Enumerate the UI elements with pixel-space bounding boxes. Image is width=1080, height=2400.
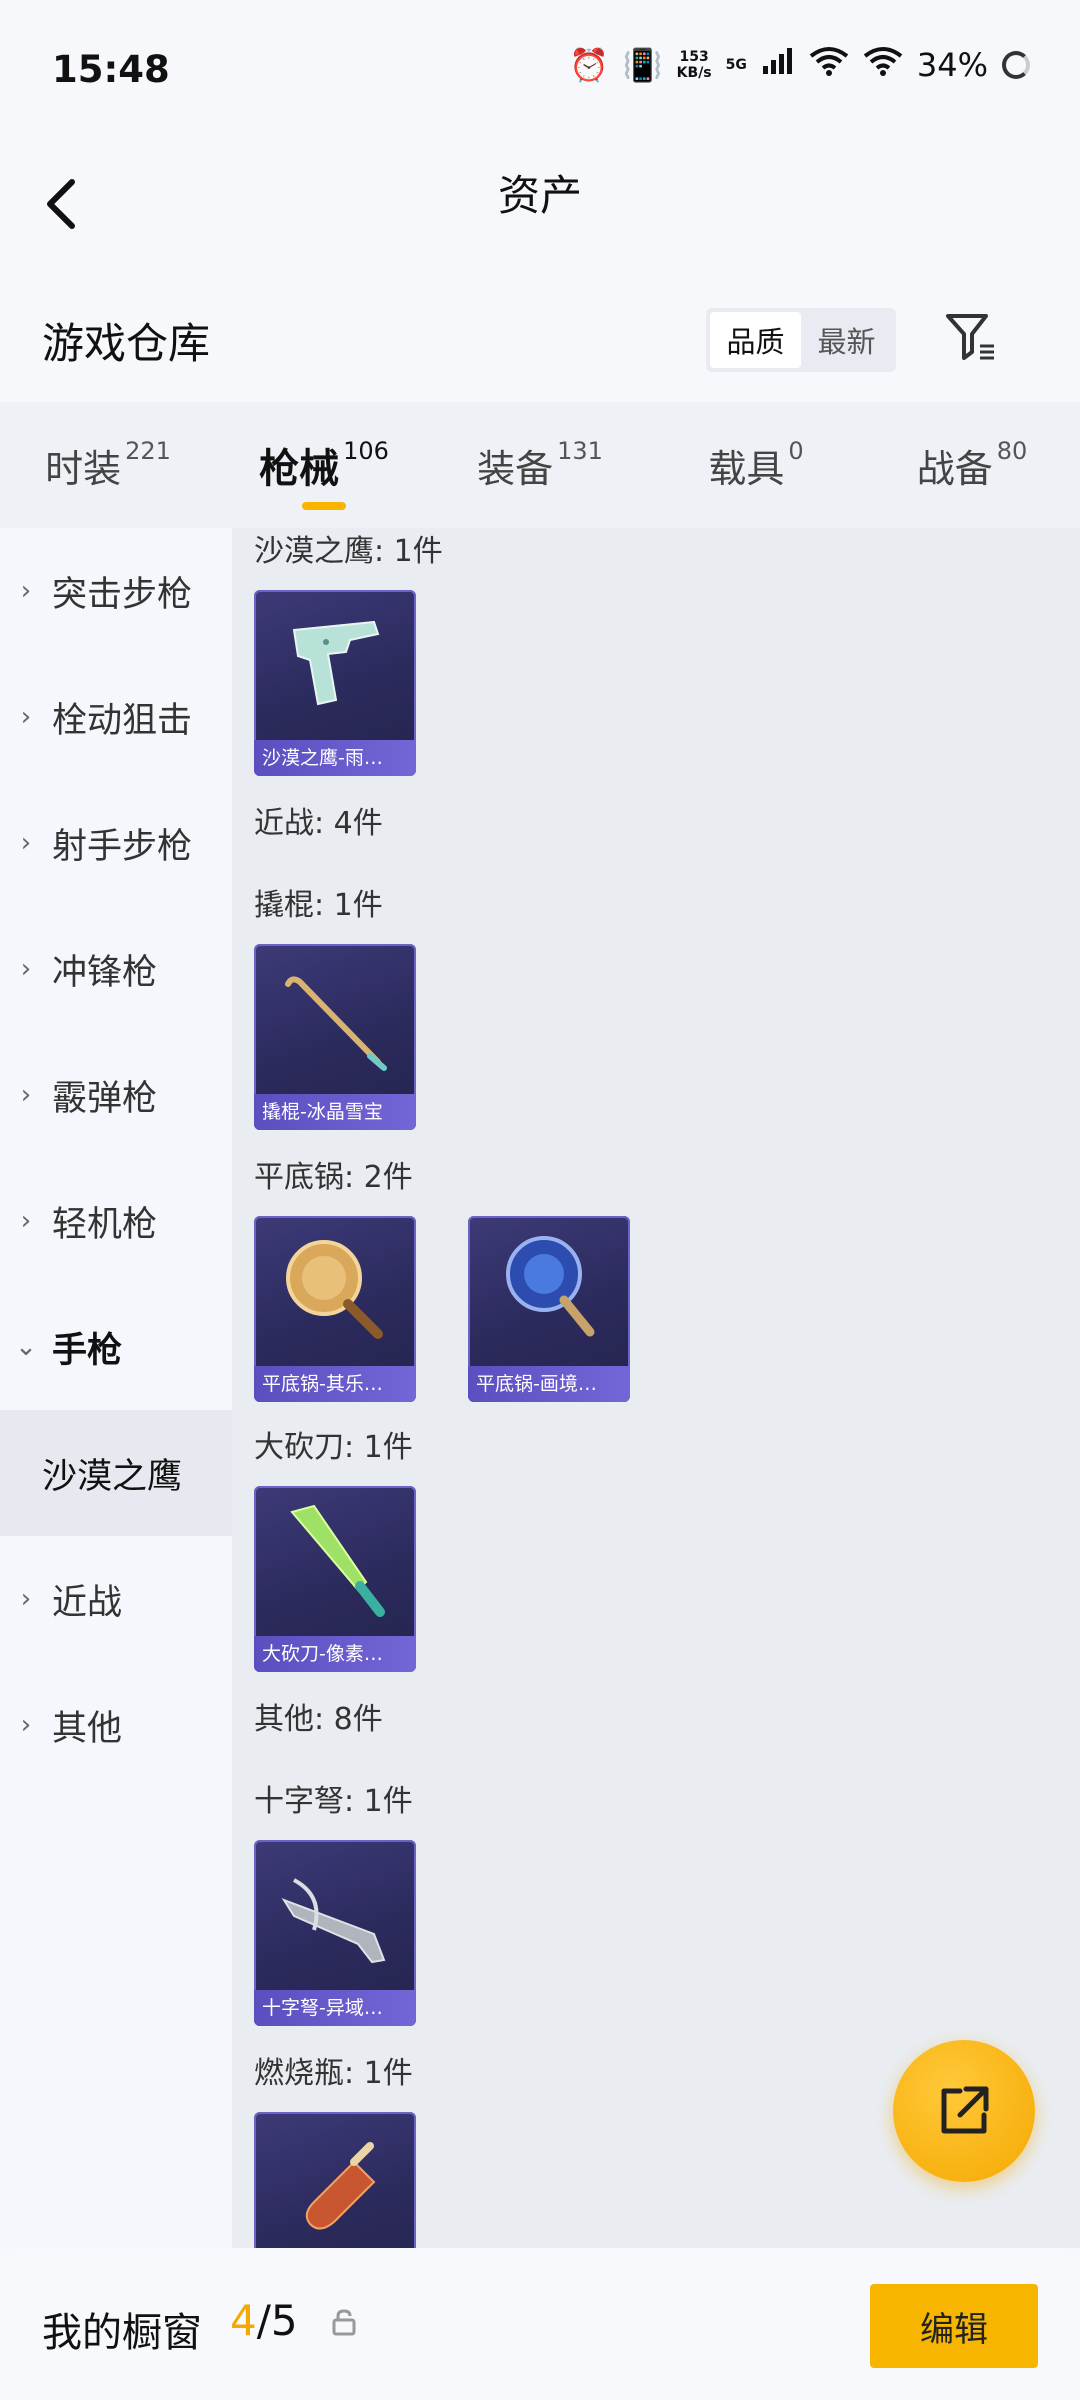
signal-icon (761, 46, 795, 84)
section-label: 近战: 4件 (254, 806, 383, 841)
page-title: 资产 (497, 171, 582, 220)
vibrate-icon: 📳 (622, 46, 663, 84)
category-sidebar: › 突击步枪 › 栓动狙击 › 射手步枪 › 冲锋枪 › 霰弹枪 › 轻机枪 ⌄… (0, 528, 232, 2248)
tab-supplies[interactable]: 战备 80 (864, 402, 1080, 528)
section-label: 沙漠之鹰: 1件 (254, 534, 443, 569)
item-card[interactable]: 十字弩-异域… (254, 1840, 416, 2026)
wifi-icon (809, 46, 849, 84)
machete-icon (290, 1504, 385, 1617)
chevron-right-icon: › (20, 1710, 32, 1740)
sort-quality-button[interactable]: 品质 (710, 312, 801, 368)
item-caption: 十字弩-异域… (254, 1990, 416, 2026)
tab-vehicles[interactable]: 载具 0 (648, 402, 864, 528)
chevron-right-icon: › (20, 1584, 32, 1614)
share-button[interactable] (893, 2040, 1035, 2182)
sidebar-item-smg[interactable]: › 冲锋枪 (0, 906, 232, 1032)
sort-toggle: 品质 最新 (706, 308, 896, 372)
frying-pan-gold-icon (286, 1240, 383, 1339)
sidebar-item-lmg[interactable]: › 轻机枪 (0, 1158, 232, 1284)
top-app-bar: 资产 (0, 140, 1080, 300)
sidebar-item-assault-rifle[interactable]: › 突击步枪 (0, 528, 232, 654)
sidebar-item-marksman-rifle[interactable]: › 射手步枪 (0, 780, 232, 906)
section-label: 其他: 8件 (254, 1702, 383, 1737)
crowbar-icon (285, 976, 387, 1071)
sidebar-item-melee[interactable]: › 近战 (0, 1536, 232, 1662)
section-label: 十字弩: 1件 (254, 1784, 413, 1819)
wifi-icon-2 (863, 46, 903, 84)
showcase-bar: 我的橱窗 4/5 编辑 (0, 2250, 1080, 2400)
edit-button[interactable]: 编辑 (870, 2284, 1038, 2368)
status-icons: ⏰ 📳 153 KB/s 5G 34% (569, 46, 1030, 84)
desert-eagle-pistol-icon (292, 620, 380, 706)
sidebar-subitem-desert-eagle[interactable]: 沙漠之鹰 (0, 1410, 232, 1536)
chevron-right-icon: › (20, 702, 32, 732)
category-tabs: 时装 221 枪械 106 装备 131 载具 0 战备 80 (0, 402, 1080, 528)
sidebar-item-pistol[interactable]: ⌄ 手枪 (0, 1284, 232, 1410)
crossbow-icon (281, 1878, 386, 1964)
tab-fashion[interactable]: 时装 221 (0, 402, 216, 528)
chevron-right-icon: › (20, 954, 32, 984)
section-label: 燃烧瓶: 1件 (254, 2056, 413, 2091)
item-card[interactable]: 沙漠之鹰-雨… (254, 590, 416, 776)
chevron-right-icon: › (20, 576, 32, 606)
item-card[interactable]: 大砍刀-像素… (254, 1486, 416, 1672)
warehouse-title: 游戏仓库 (42, 319, 211, 368)
net-speed: 153 KB/s (676, 49, 712, 81)
frying-pan-blue-icon (506, 1236, 595, 1337)
tab-guns[interactable]: 枪械 106 (216, 402, 432, 528)
item-card[interactable]: 平底锅-画境… (468, 1216, 630, 1402)
item-card[interactable]: 撬棍-冰晶雪宝 (254, 944, 416, 1130)
section-label: 平底锅: 2件 (254, 1160, 413, 1195)
molotov-cocktail-icon (305, 2142, 376, 2230)
item-caption: 沙漠之鹰-雨… (254, 740, 416, 776)
chevron-right-icon: › (20, 828, 32, 858)
share-external-icon (941, 2086, 989, 2134)
item-card[interactable] (254, 2112, 416, 2248)
item-list[interactable]: 沙漠之鹰: 1件 沙漠之鹰-雨… 近战: 4件 撬棍: 1件 撬棍-冰晶雪宝 平… (232, 528, 1080, 2248)
showcase-count: 4/5 (230, 2296, 298, 2345)
sidebar-item-shotgun[interactable]: › 霰弹枪 (0, 1032, 232, 1158)
battery-icon (1002, 51, 1030, 79)
sidebar-item-other[interactable]: › 其他 (0, 1662, 232, 1788)
filter-icon (946, 314, 994, 360)
filter-button[interactable] (940, 306, 1000, 366)
section-label: 撬棍: 1件 (254, 888, 383, 923)
showcase-label: 我的橱窗 (42, 2310, 202, 2356)
section-label: 大砍刀: 1件 (254, 1430, 413, 1465)
item-caption: 大砍刀-像素… (254, 1636, 416, 1672)
status-time: 15:48 (52, 48, 170, 91)
alarm-icon: ⏰ (568, 46, 609, 84)
status-bar: 15:48 ⏰ 📳 153 KB/s 5G 34% (0, 0, 1080, 140)
battery-level: 34% (916, 46, 988, 84)
chevron-right-icon: › (20, 1206, 32, 1236)
lock-icon (332, 2309, 356, 2336)
item-caption: 平底锅-画境… (468, 1366, 630, 1402)
network-type: 5G (725, 57, 747, 73)
chevron-down-icon: ⌄ (15, 1332, 37, 1362)
tab-equipment[interactable]: 装备 131 (432, 402, 648, 528)
chevron-right-icon: › (20, 1080, 32, 1110)
item-caption: 撬棍-冰晶雪宝 (254, 1094, 416, 1130)
item-card[interactable]: 平底锅-其乐… (254, 1216, 416, 1402)
item-caption: 平底锅-其乐… (254, 1366, 416, 1402)
sidebar-item-bolt-sniper[interactable]: › 栓动狙击 (0, 654, 232, 780)
sort-newest-button[interactable]: 最新 (801, 312, 892, 368)
active-tab-indicator (302, 502, 346, 510)
warehouse-header: 游戏仓库 品质 最新 (0, 280, 1080, 400)
